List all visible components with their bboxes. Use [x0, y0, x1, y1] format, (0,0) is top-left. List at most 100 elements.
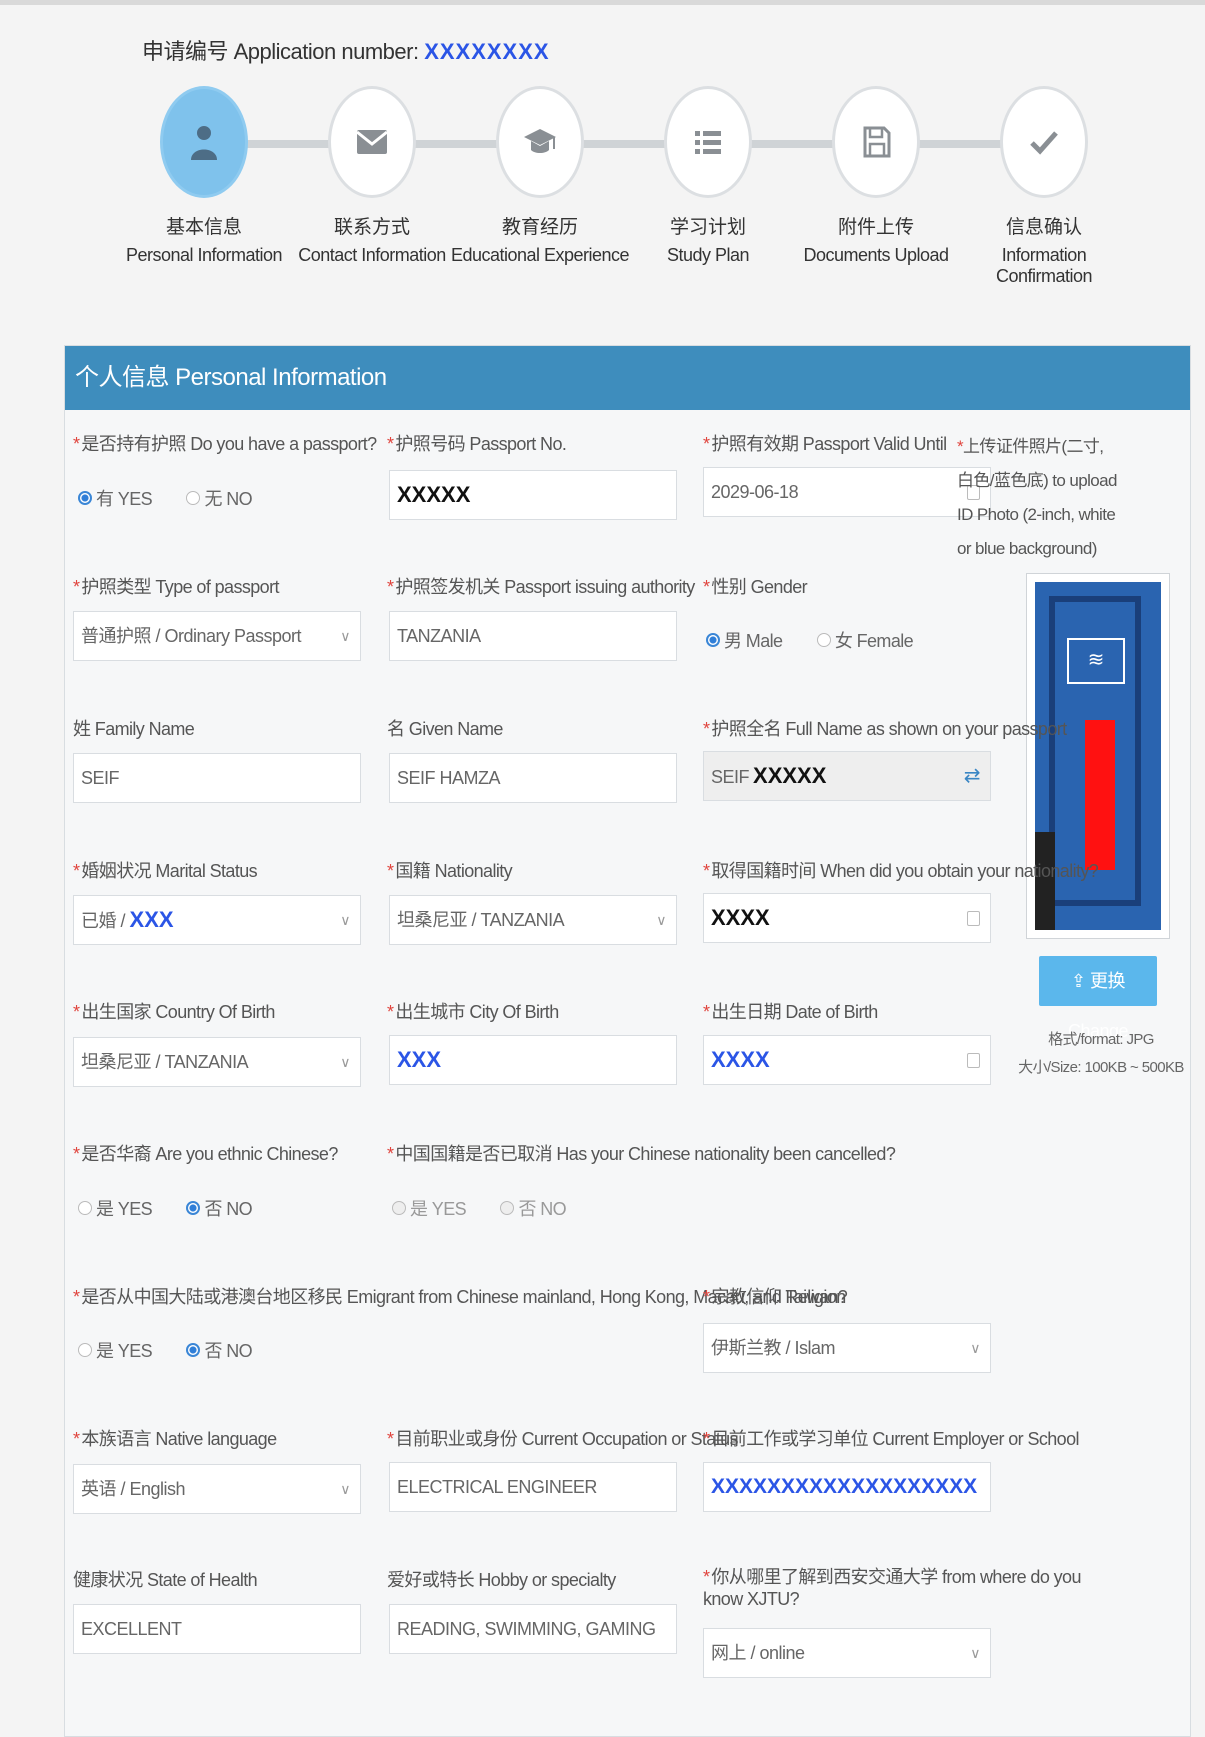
birth-country-label: * 出生国家 Country Of Birth: [73, 1002, 275, 1022]
graduation-cap-icon: [524, 129, 556, 153]
know-xjtu-label: * 你从哪里了解到西安交通大学 from where do you know XJ…: [703, 1567, 1081, 1609]
step-circle: [832, 86, 920, 198]
envelope-icon: [356, 130, 388, 154]
religion-select[interactable]: 伊斯兰教 / Islam ∨: [703, 1323, 991, 1373]
health-input[interactable]: EXCELLENT: [73, 1604, 361, 1654]
native-language-select[interactable]: 英语 / English ∨: [73, 1464, 361, 1514]
occupation-input[interactable]: ELECTRICAL ENGINEER: [389, 1462, 677, 1512]
hobby-input[interactable]: READING, SWIMMING, GAMING: [389, 1604, 677, 1654]
birth-date-label: * 出生日期 Date of Birth: [703, 1002, 878, 1022]
change-photo-button[interactable]: ⇪ 更换 Change: [1039, 956, 1157, 1041]
step-educational-experience[interactable]: 教育经历 Educational Experience: [450, 86, 630, 266]
chinese-cancelled-yes-radio[interactable]: 是 YES: [392, 1195, 467, 1221]
step-label-cn: 学习计划: [669, 217, 746, 238]
full-name-label: * 护照全名 Full Name as shown on your passpor…: [703, 719, 1067, 739]
employer-input[interactable]: XXXXXXXXXXXXXXXXXXX: [703, 1462, 991, 1512]
step-label-en: Contact Information: [298, 245, 446, 265]
application-number-value: XXXXXXXX: [424, 39, 550, 64]
application-number: 申请编号 Application number: XXXXXXXX: [142, 34, 550, 66]
step-contact-information[interactable]: 联系方式 Contact Information: [282, 86, 462, 266]
radio-dot: [706, 633, 720, 647]
chevron-down-icon: ∨: [340, 1481, 350, 1497]
chinese-cancelled-label: * 中国国籍是否已取消 Has your Chinese nationality …: [387, 1144, 896, 1164]
radio-dot: [186, 1343, 201, 1357]
has-passport-yes-radio[interactable]: 有 YES: [78, 485, 153, 511]
has-passport-no-radio[interactable]: 无 NO: [186, 485, 253, 511]
emigrant-no-radio[interactable]: 否 NO: [186, 1337, 253, 1363]
step-circle: [496, 86, 584, 198]
gender-label: * 性别 Gender: [703, 577, 808, 597]
chinese-cancelled-radio-group: 是 YES 否 NO: [392, 1195, 596, 1221]
step-documents-upload[interactable]: 附件上传 Documents Upload: [786, 86, 966, 266]
step-label-cn: 附件上传: [837, 217, 914, 238]
progress-steps: 基本信息 Personal Information 联系方式 Contact I…: [0, 86, 1205, 286]
step-label-cn: 信息确认: [1005, 217, 1082, 238]
step-circle: [160, 86, 248, 198]
health-label: 健康状况 State of Health: [73, 1570, 258, 1590]
family-name-input[interactable]: SEIF: [73, 753, 361, 803]
occupation-label: * 目前职业或身份 Current Occupation or Status: [387, 1429, 739, 1449]
chevron-down-icon: ∨: [970, 1340, 980, 1356]
has-passport-radio-group: 有 YES 无 NO: [78, 485, 282, 511]
passport-no-label: * 护照号码 Passport No.: [387, 434, 567, 454]
issuing-authority-label: * 护照签发机关 Passport issuing authority: [387, 577, 695, 597]
full-name-input[interactable]: SEIF XXXXX ⇄: [703, 751, 991, 801]
step-circle: [1000, 86, 1088, 198]
know-xjtu-select[interactable]: 网上 / online ∨: [703, 1628, 991, 1678]
issuing-authority-input[interactable]: TANZANIA: [389, 611, 677, 661]
employer-label: * 目前工作或学习单位 Current Employer or School: [703, 1429, 1080, 1449]
birth-date-input[interactable]: XXXX: [703, 1035, 991, 1085]
gender-female-radio[interactable]: 女 Female: [816, 627, 914, 653]
photo-upload-label: *上传证件照片(二寸,白色/蓝色底) to upload ID Photo (2…: [957, 437, 1117, 558]
step-label-cn: 联系方式: [333, 217, 410, 238]
chinese-cancelled-no-radio[interactable]: 否 NO: [500, 1195, 567, 1221]
gender-male-radio[interactable]: 男 Male: [706, 627, 783, 653]
calendar-icon: [967, 1053, 980, 1068]
list-icon: [695, 131, 721, 154]
hobby-label: 爱好或特长 Hobby or specialty: [387, 1570, 616, 1590]
step-label-en: Educational Experience: [450, 245, 630, 265]
nationality-date-input[interactable]: XXXX: [703, 893, 991, 943]
passport-no-input[interactable]: XXXXX: [389, 470, 677, 520]
ethnic-chinese-yes-radio[interactable]: 是 YES: [78, 1195, 153, 1221]
chevron-down-icon: ∨: [970, 1645, 980, 1661]
ethnic-chinese-no-radio[interactable]: 否 NO: [186, 1195, 253, 1221]
birth-city-input[interactable]: XXX: [389, 1035, 677, 1085]
marital-status-label: * 婚姻状况 Marital Status: [73, 861, 258, 881]
step-personal-information[interactable]: 基本信息 Personal Information: [114, 86, 294, 266]
step-label-en: Study Plan: [666, 245, 750, 265]
birth-country-select[interactable]: 坦桑尼亚 / TANZANIA ∨: [73, 1037, 361, 1087]
nationality-select[interactable]: 坦桑尼亚 / TANZANIA ∨: [389, 895, 677, 945]
given-name-input[interactable]: SEIF HAMZA: [389, 753, 677, 803]
radio-dot: [78, 1201, 92, 1215]
radio-dot: [186, 1201, 201, 1215]
step-circle: [664, 86, 752, 198]
radio-dot: [816, 633, 831, 647]
step-label-cn: 基本信息: [165, 217, 242, 238]
marital-status-select[interactable]: 已婚 / XXX ∨: [73, 895, 361, 945]
family-name-label: 姓 Family Name: [73, 719, 195, 739]
passport-valid-label: * 护照有效期 Passport Valid Until: [703, 434, 947, 454]
step-label-cn: 教育经历: [501, 217, 578, 238]
passport-type-select[interactable]: 普通护照 / Ordinary Passport ∨: [73, 611, 361, 661]
step-label-en: Information Confirmation: [995, 245, 1093, 286]
step-information-confirmation[interactable]: 信息确认 Information Confirmation: [954, 86, 1134, 287]
religion-label: * 宗教信仰 Religion: [703, 1287, 846, 1307]
step-label-en: Documents Upload: [803, 245, 949, 265]
given-name-label: 名 Given Name: [387, 719, 503, 739]
step-study-plan[interactable]: 学习计划 Study Plan: [618, 86, 798, 266]
swap-icon[interactable]: ⇄: [964, 752, 981, 800]
radio-dot: [78, 1343, 92, 1357]
passport-type-label: * 护照类型 Type of passport: [73, 577, 279, 597]
emigrant-yes-radio[interactable]: 是 YES: [78, 1337, 153, 1363]
radio-dot: [78, 491, 92, 505]
checkmark-icon: [1030, 131, 1058, 155]
nationality-label: * 国籍 Nationality: [387, 861, 513, 881]
ethnic-chinese-label: * 是否华裔 Are you ethnic Chinese?: [73, 1144, 338, 1164]
photo-size-note: 大小/Size: 100KB ~ 500KB: [1018, 1059, 1184, 1076]
radio-dot: [500, 1201, 515, 1215]
step-circle: [328, 86, 416, 198]
nationality-date-label: * 取得国籍时间 When did you obtain your nationa…: [703, 861, 1099, 881]
chevron-down-icon: ∨: [340, 1054, 350, 1070]
passport-valid-date-input[interactable]: 2029-06-18: [703, 467, 991, 517]
